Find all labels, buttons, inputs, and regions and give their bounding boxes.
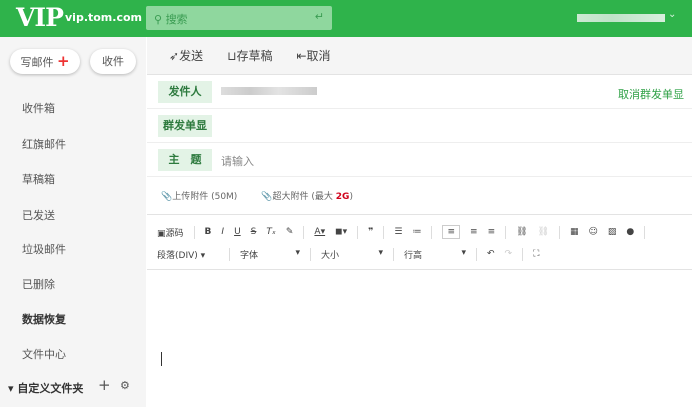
sidebar-item-drafts[interactable]: 草稿箱 [22, 171, 55, 187]
fullscreen-icon[interactable]: ⛶ [533, 249, 539, 259]
numbered-list-icon[interactable]: ≔ [412, 227, 421, 237]
paragraph-select[interactable]: 段落(DIV) ▾ [157, 248, 219, 261]
plus-icon: + [56, 52, 70, 70]
sender-label: 发件人 [158, 81, 212, 103]
bold-icon[interactable]: B [205, 227, 212, 237]
italic-icon[interactable]: I [221, 227, 224, 237]
paperclip-icon: 📎 [261, 192, 273, 202]
compass-icon[interactable]: ● [626, 227, 634, 237]
link-icon[interactable]: ⛓ [516, 227, 527, 237]
redo-icon[interactable]: ↷ [505, 249, 513, 259]
emoji-icon[interactable]: ☺ [589, 227, 598, 237]
large-label: 超大附件 (最大 [272, 192, 336, 202]
strikethrough-icon[interactable]: S [251, 227, 257, 237]
user-account[interactable] [577, 14, 665, 22]
send-label: 发送 [179, 49, 204, 63]
sidebar-item-files[interactable]: 文件中心 [22, 346, 66, 362]
save-draft-button[interactable]: ⊔存草稿 [227, 47, 272, 64]
sidebar: 写邮件 + 收件 收件箱 红旗邮件 草稿箱 已发送 垃圾邮件 已删除 数据恢复 … [0, 37, 146, 407]
align-center-icon[interactable]: ≡ [470, 227, 478, 237]
sidebar-item-sent[interactable]: 已发送 [22, 207, 55, 223]
search-icon: ⚲ [154, 13, 163, 26]
compose-button[interactable]: 写邮件 + [10, 49, 80, 74]
sender-value[interactable] [221, 87, 317, 95]
clear-format-icon[interactable]: Tₓ [266, 227, 276, 237]
compose-toolbar: ➶发送 ⊔存草稿 ⇤取消 [147, 37, 692, 75]
upload-attachment-link[interactable]: 📎上传附件 (50M) [161, 189, 237, 202]
gear-icon[interactable]: ⚙ [120, 379, 130, 392]
cancel-label: 取消 [306, 49, 331, 63]
compose-label: 写邮件 [20, 56, 54, 69]
quote-icon[interactable]: ❞ [368, 227, 373, 237]
align-right-icon[interactable]: ≡ [488, 227, 496, 237]
highlight-icon[interactable]: ◼▾ [335, 227, 347, 237]
sidebar-item-recovery[interactable]: 数据恢复 [22, 311, 66, 327]
custom-folder-toggle[interactable]: ▾ 自定义文件夹 [8, 380, 83, 396]
font-color-icon[interactable]: A▾ [314, 227, 325, 237]
bullet-list-icon[interactable]: ☰ [394, 227, 402, 237]
search-placeholder: 搜索 [165, 13, 188, 26]
subject-label: 主 题 [158, 149, 212, 171]
paperclip-icon: 📎 [161, 192, 173, 202]
large-attachment-link[interactable]: 📎超大附件 (最大 2G) [261, 189, 353, 202]
receive-button[interactable]: 收件 [90, 49, 136, 74]
cancel-button[interactable]: ⇤取消 [296, 47, 330, 64]
undo-icon[interactable]: ↶ [487, 249, 495, 259]
font-select[interactable]: 字体 ▾ [240, 248, 300, 261]
domain-label: vip.tom.com [65, 11, 142, 24]
save-draft-label: 存草稿 [236, 49, 273, 63]
size-select[interactable]: 大小 ▾ [321, 248, 383, 261]
compose-area: ➶发送 ⊔存草稿 ⇤取消 发件人 取消群发单显 群发单显 主 题 请输入 📎上传… [147, 37, 692, 407]
underline-icon[interactable]: U [234, 227, 241, 237]
custom-folder-label: 自定义文件夹 [17, 382, 84, 395]
large-suffix: ) [349, 192, 353, 202]
format-painter-icon[interactable]: ✎ [286, 227, 294, 237]
search-input[interactable]: ⚲ 搜索 ↵ [146, 6, 332, 30]
line-height-value: 行高 [404, 250, 423, 261]
top-header: VIP vip.tom.com ⚲ 搜索 ↵ ⌄ [0, 0, 692, 37]
size-value: 大小 [321, 250, 340, 261]
send-button[interactable]: ➶发送 [169, 47, 203, 64]
sidebar-item-flagged[interactable]: 红旗邮件 [22, 136, 66, 152]
subject-input[interactable]: 请输入 [221, 153, 254, 169]
cancel-group-link[interactable]: 取消群发单显 [618, 86, 684, 102]
group-label: 群发单显 [158, 115, 212, 137]
font-value: 字体 [240, 250, 259, 261]
table-icon[interactable]: ▦ [570, 227, 579, 237]
sidebar-item-deleted[interactable]: 已删除 [22, 276, 55, 292]
subject-row: 主 题 请输入 [147, 143, 692, 177]
attachment-bar: 📎上传附件 (50M) 📎超大附件 (最大 2G) [147, 177, 692, 215]
vip-logo[interactable]: VIP [16, 3, 64, 32]
source-label: 源码 [165, 228, 184, 239]
large-size: 2G [335, 192, 350, 202]
align-left-icon[interactable]: ≡ [442, 225, 461, 239]
sidebar-item-spam[interactable]: 垃圾邮件 [22, 241, 66, 257]
line-height-select[interactable]: 行高 ▾ [404, 248, 466, 261]
send-icon: ➶ [169, 49, 180, 63]
sidebar-item-inbox[interactable]: 收件箱 [22, 100, 55, 116]
enter-icon[interactable]: ↵ [315, 10, 324, 23]
paragraph-value: 段落(DIV) [157, 250, 198, 261]
sender-row: 发件人 取消群发单显 [147, 75, 692, 109]
chevron-down-icon[interactable]: ⌄ [668, 9, 676, 20]
image-icon[interactable]: ▨ [608, 227, 617, 237]
group-row: 群发单显 [147, 109, 692, 143]
exit-icon: ⇤ [296, 49, 307, 63]
editor-body-caret[interactable] [161, 352, 162, 366]
unlink-icon[interactable]: ⛓ [538, 227, 549, 237]
source-button[interactable]: ▣源码 [157, 226, 184, 239]
editor-toolbar: ▣源码 B I U S Tₓ ✎ A▾ ◼▾ ❞ ☰ ≔ ≡ ≡ ≡ ⛓ ⛓ ▦ ☺ ▨ ● 段落(DIV… [147, 215, 692, 270]
upload-label: 上传附件 (50M) [172, 192, 238, 202]
add-folder-icon[interactable]: + [98, 376, 111, 394]
